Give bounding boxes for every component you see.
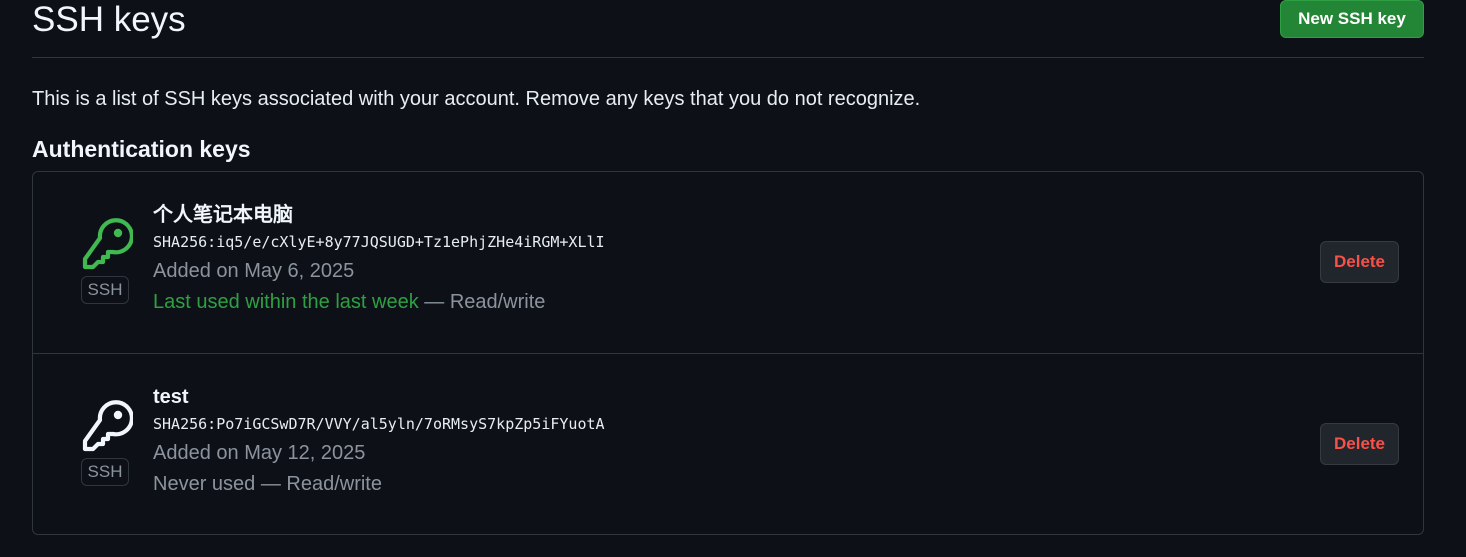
key-fingerprint: SHA256:iq5/e/cXlyE+8y77JQSUGD+Tz1ePhjZHe… [153,233,605,251]
key-icon [79,398,133,452]
ssh-keys-page: SSH keys New SSH key This is a list of S… [0,0,1466,557]
key-icon-svg [82,400,133,452]
key-row-test: SSH test SHA256:Po7iGCSwD7R/VVY/al5yln/7… [33,353,1423,534]
key-title: 个人笔记本电脑 [153,204,293,226]
key-added-date: Added on May 12, 2025 [153,442,366,464]
ssh-badge: SSH [81,458,129,486]
key-fingerprint: SHA256:Po7iGCSwD7R/VVY/al5yln/7oRMsyS7kp… [153,415,605,433]
delete-key-button[interactable]: Delete [1320,423,1399,465]
key-icon-svg [82,218,133,270]
key-details: 个人笔记本电脑 SHA256:iq5/e/cXlyE+8y77JQSUGD+Tz… [153,202,605,315]
key-added-date: Added on May 6, 2025 [153,260,355,282]
key-last-used: Last used within the last week [153,291,419,313]
key-row-personal-laptop: SSH 个人笔记本电脑 SHA256:iq5/e/cXlyE+8y77JQSUG… [33,172,1423,353]
key-details: test SHA256:Po7iGCSwD7R/VVY/al5yln/7oRMs… [153,384,605,497]
page-header: SSH keys New SSH key [32,0,1424,58]
intro-text: This is a list of SSH keys associated wi… [32,88,921,110]
key-title: test [153,386,189,408]
key-access-level: Never used — Read/write [153,473,382,495]
new-ssh-key-button[interactable]: New SSH key [1280,0,1424,38]
authentication-keys-heading: Authentication keys [32,136,251,162]
delete-key-button[interactable]: Delete [1320,241,1399,283]
key-icon [79,216,133,270]
page-title: SSH keys [32,0,186,39]
key-usage: Last used within the last week — Read/wr… [153,289,605,315]
key-usage: Never used — Read/write [153,471,605,497]
authentication-key-list: SSH 个人笔记本电脑 SHA256:iq5/e/cXlyE+8y77JQSUG… [32,171,1424,535]
key-access-level: — Read/write [418,291,546,313]
ssh-badge: SSH [81,276,129,304]
